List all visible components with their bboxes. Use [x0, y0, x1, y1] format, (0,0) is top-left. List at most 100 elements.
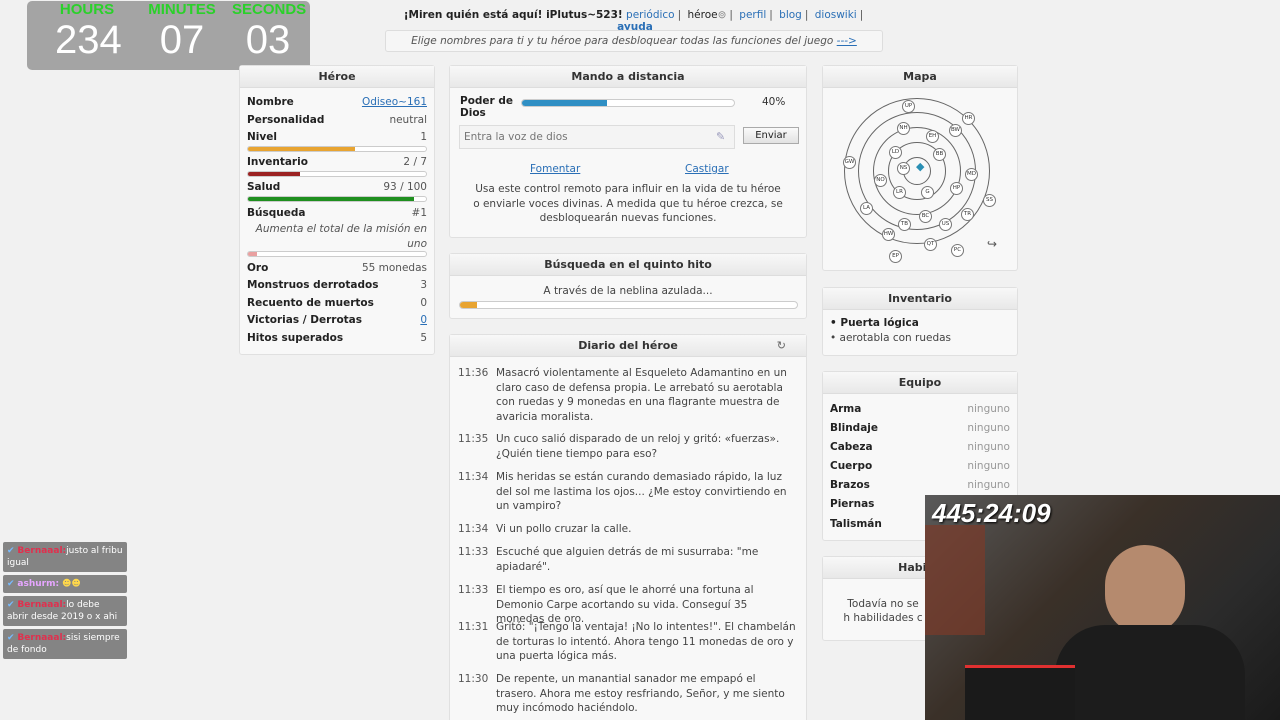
- equip-row: Brazos ninguno: [830, 479, 1010, 491]
- poder-bar: [521, 99, 735, 107]
- hero-busqueda: Búsqueda #1: [247, 207, 427, 219]
- map-node-la[interactable]: LA: [860, 202, 873, 215]
- map-node-up[interactable]: UP: [902, 100, 915, 113]
- hero-muertos: Recuento de muertos 0: [247, 297, 427, 309]
- diary-entry: 11:34 Vi un pollo cruzar la calle.: [458, 523, 632, 535]
- nivel-bar: [247, 146, 427, 152]
- map-node-hr[interactable]: HR: [962, 112, 975, 125]
- equip-row: Cuerpo ninguno: [830, 460, 1010, 472]
- map-node-lr[interactable]: LR: [893, 186, 906, 199]
- busqueda-desc: Aumenta el total de la misión en uno: [255, 223, 427, 250]
- diary-entry: 11:31 Gritó: "¡Tengo la ventaja! ¡No lo i…: [458, 621, 796, 662]
- hero-nombre: Nombre Odiseo~161: [247, 96, 427, 108]
- map-node-eh[interactable]: EH: [926, 130, 939, 143]
- refresh-icon[interactable]: ↻: [777, 335, 786, 357]
- map-node-gw[interactable]: GW: [843, 156, 856, 169]
- nav-dioswiki[interactable]: dioswiki: [815, 9, 857, 21]
- map-area[interactable]: ◆ ↪ UP HR NH BW EH LD BB GW NS MD NO LR G HP SS LA BC TR T…: [823, 88, 1019, 271]
- map-node-g[interactable]: G: [921, 186, 934, 199]
- voice-input[interactable]: [459, 125, 735, 149]
- quest-bar-fill: [460, 302, 477, 308]
- send-button[interactable]: Enviar: [743, 127, 799, 144]
- hero-position-icon: ◆: [916, 160, 925, 173]
- map-node-no[interactable]: NO: [874, 174, 887, 187]
- hero-personalidad: Personalidad neutral: [247, 114, 427, 126]
- nav-periodico[interactable]: periódico: [626, 9, 675, 21]
- hero-title: Héroe: [240, 66, 434, 88]
- map-node-bc[interactable]: BC: [919, 210, 932, 223]
- poder-label: Poder de Dios: [460, 95, 514, 119]
- webcam-poster: [925, 525, 985, 635]
- salud-bar: [247, 196, 427, 202]
- nivel-bar-fill: [248, 147, 355, 151]
- cam-timer: 445:24:09: [932, 498, 1051, 528]
- busqueda-bar: [247, 251, 427, 257]
- diary-title: Diario del héroe ↻: [450, 335, 806, 357]
- banner-text: Elige nombres para ti y tu héroe para de…: [411, 35, 834, 47]
- poder-bar-fill: [522, 100, 607, 106]
- timer-hours: HOURS 234: [55, 1, 122, 62]
- nav-perfil[interactable]: perfil: [739, 9, 766, 21]
- emote-icon: ☻☻: [61, 579, 81, 589]
- equip-row: Blindaje ninguno: [830, 422, 1010, 434]
- equip-row: Cabeza ninguno: [830, 441, 1010, 453]
- hero-inventario: Inventario 2 / 7: [247, 156, 427, 168]
- skills-text: Todavía no se h habilidades c: [843, 598, 923, 624]
- timer-seconds: SECONDS 03: [232, 1, 307, 62]
- map-node-hp[interactable]: HP: [950, 182, 963, 195]
- timer-hours-value: 234: [55, 18, 122, 62]
- map-node-us[interactable]: US: [939, 218, 952, 231]
- map-node-nh[interactable]: NH: [897, 122, 910, 135]
- map-node-bb[interactable]: BB: [933, 148, 946, 161]
- map-node-ns[interactable]: NS: [897, 162, 910, 175]
- chat-message: ✔ Bernaaal:lo debe abrir desde 2019 o x …: [3, 596, 127, 626]
- pencil-icon[interactable]: ✎: [716, 130, 725, 143]
- diary-entry: 11:36 Masacró violentamente al Esqueleto …: [458, 367, 787, 423]
- verified-icon: ✔: [7, 579, 15, 589]
- map-panel: Mapa ◆ ↪ UP HR NH BW EH LD BB GW NS MD NO LR G HP SS LA…: [822, 65, 1018, 271]
- remote-desc: Usa este control remoto para influir en …: [473, 183, 783, 224]
- timer-seconds-label: SECONDS: [232, 1, 307, 18]
- map-node-ss[interactable]: SS: [983, 194, 996, 207]
- map-node-ld[interactable]: LD: [889, 146, 902, 159]
- nav-heroe[interactable]: héroe: [688, 9, 718, 21]
- hero-monstruos: Monstruos derrotados 3: [247, 279, 427, 291]
- salud-bar-fill: [248, 197, 414, 201]
- quest-text: A través de la neblina azulada...: [543, 285, 713, 297]
- map-node-pc[interactable]: PC: [951, 244, 964, 257]
- webcam-person-body: [1055, 625, 1245, 720]
- hero-nivel: Nivel 1: [247, 131, 427, 143]
- remote-panel: Mando a distancia Poder de Dios 40% ✎ En…: [449, 65, 807, 238]
- diary-panel: Diario del héroe ↻ 11:36 Masacró violentam…: [449, 334, 807, 720]
- banner-link[interactable]: --->: [837, 35, 857, 47]
- hero-victorias: Victorias / Derrotas 0: [247, 314, 427, 326]
- fomentar-link[interactable]: Fomentar: [530, 163, 580, 175]
- castigar-link[interactable]: Castigar: [685, 163, 729, 175]
- poder-pct: 40%: [762, 96, 786, 108]
- diary-entry: 11:35 Un cuco salió disparado de un reloj…: [458, 433, 780, 460]
- map-node-qt[interactable]: QT: [924, 238, 937, 251]
- map-node-bw[interactable]: BW: [949, 124, 962, 137]
- map-node-hw[interactable]: HW: [882, 228, 895, 241]
- chat-message: ✔ Bernaaal:sisi siempre de fondo: [3, 629, 127, 659]
- stream-timer: HOURS 234 MINUTES 07 SECONDS 03: [27, 1, 310, 70]
- map-title: Mapa: [823, 66, 1017, 88]
- webcam-overlay: 445:24:09: [925, 495, 1280, 720]
- equipment-title: Equipo: [823, 372, 1017, 394]
- map-node-tr[interactable]: TR: [961, 208, 974, 221]
- hero-name-link[interactable]: Odiseo~161: [362, 96, 427, 108]
- diary-entry: 11:33 Escuché que alguien detrás de mi su…: [458, 546, 759, 573]
- webcam-person-head: [1105, 545, 1185, 635]
- victorias-link[interactable]: 0: [420, 314, 427, 326]
- map-node-tb[interactable]: TB: [898, 218, 911, 231]
- inventario-bar-fill: [248, 172, 300, 176]
- map-node-md[interactable]: MD: [965, 168, 978, 181]
- hero-panel: Héroe Nombre Odiseo~161 Personalidad neutr…: [239, 65, 435, 355]
- map-node-ep[interactable]: EP: [889, 250, 902, 263]
- timer-hours-label: HOURS: [59, 1, 115, 18]
- map-reset-icon[interactable]: ↪: [987, 237, 997, 251]
- name-banner: Elige nombres para ti y tu héroe para de…: [385, 30, 883, 52]
- inventory-panel: Inventario • Puerta lógica • aerotabla c…: [822, 287, 1018, 356]
- busqueda-bar-fill: [248, 252, 257, 256]
- nav-blog[interactable]: blog: [779, 9, 802, 21]
